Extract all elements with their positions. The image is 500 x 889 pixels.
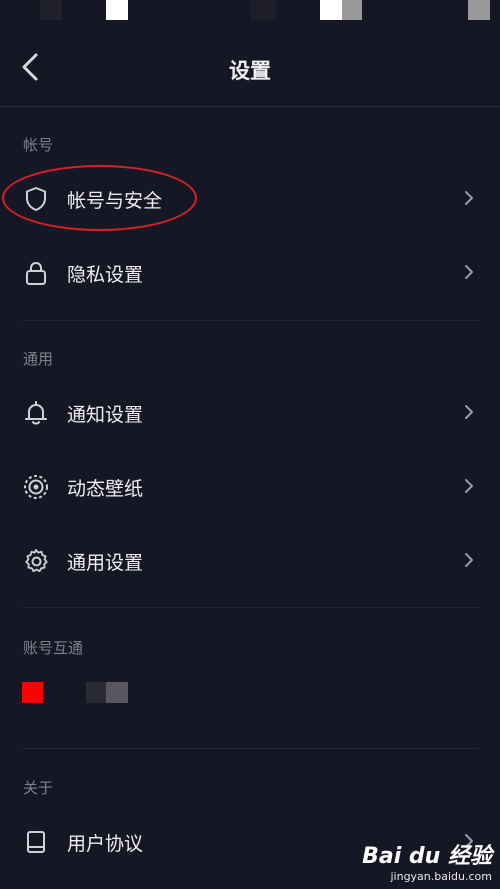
chevron-right-icon — [465, 405, 473, 419]
lock-icon — [26, 261, 46, 285]
shield-icon — [26, 187, 46, 211]
menu-item-privacy-settings[interactable]: 隐私设置 — [0, 242, 500, 302]
book-icon — [27, 831, 45, 853]
section-divider — [22, 607, 478, 608]
linked-app-row[interactable] — [0, 665, 500, 725]
section-label-account-linking: 账号互通 — [23, 639, 84, 657]
linked-app-badge — [22, 682, 43, 703]
status-pixel — [250, 0, 276, 20]
menu-item-label: 隐私设置 — [67, 264, 144, 286]
section-label-general: 通用 — [23, 350, 54, 368]
menu-item-notification-settings[interactable]: 通知设置 — [0, 382, 500, 442]
status-pixel — [320, 0, 342, 20]
watermark-logo: Bai du 经验 — [362, 844, 492, 869]
status-pixel — [40, 0, 62, 20]
menu-item-live-wallpaper[interactable]: 动态壁纸 — [0, 456, 500, 516]
section-divider — [22, 320, 478, 321]
section-label-account: 帐号 — [23, 136, 54, 154]
gear-icon — [25, 549, 48, 573]
watermark: Bai du 经验 jingyan.baidu.com — [362, 838, 492, 883]
menu-item-label: 用户协议 — [67, 833, 144, 855]
chevron-right-icon — [465, 553, 473, 567]
menu-item-label: 动态壁纸 — [67, 478, 144, 500]
page-title: 设置 — [229, 59, 271, 83]
status-pixel — [468, 0, 490, 20]
status-bar — [0, 0, 500, 22]
menu-item-account-security[interactable]: 帐号与安全 — [0, 168, 500, 228]
menu-item-general-settings[interactable]: 通用设置 — [0, 530, 500, 590]
bell-icon — [25, 401, 47, 425]
status-pixel — [106, 0, 128, 20]
chevron-right-icon — [465, 191, 473, 205]
section-label-about: 关于 — [23, 779, 54, 797]
status-pixel — [342, 0, 362, 20]
menu-item-label: 帐号与安全 — [67, 190, 163, 212]
menu-item-label: 通用设置 — [67, 552, 144, 574]
section-divider — [22, 748, 478, 749]
wallpaper-icon — [24, 475, 48, 499]
chevron-right-icon — [465, 479, 473, 493]
pixelated-area — [106, 682, 128, 703]
watermark-url: jingyan.baidu.com — [390, 870, 492, 883]
navigation-bar: 设置 — [0, 22, 500, 107]
pixelated-area — [86, 682, 108, 703]
chevron-right-icon — [465, 265, 473, 279]
menu-item-label: 通知设置 — [67, 404, 144, 426]
